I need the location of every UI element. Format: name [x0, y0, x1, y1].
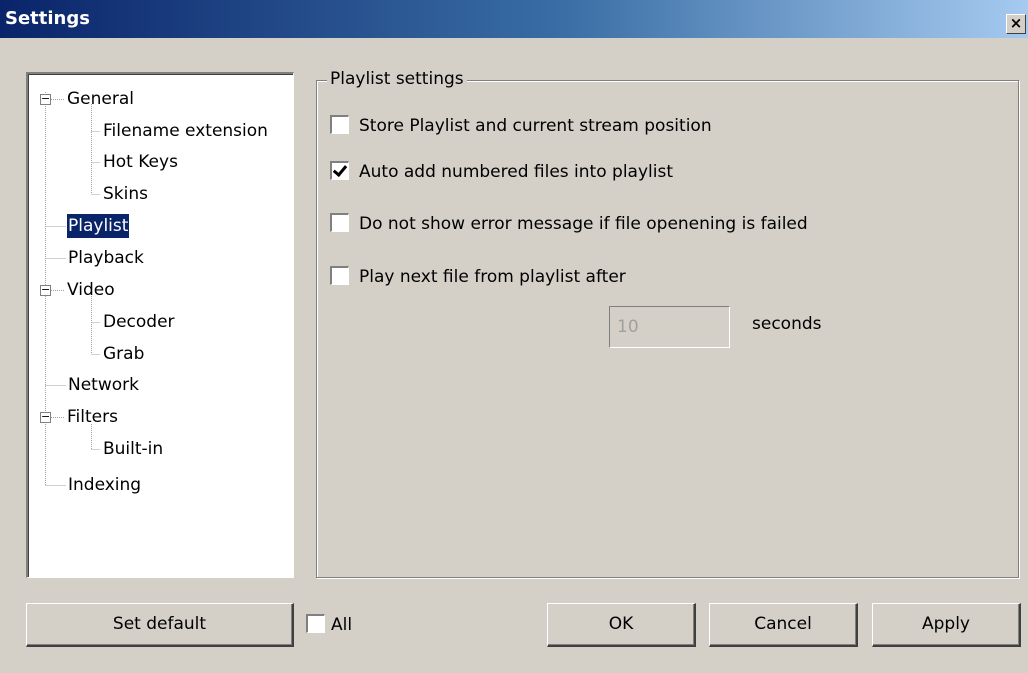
tree-item-filters[interactable]: Filters [66, 405, 119, 429]
option-auto-add-numbered[interactable]: Auto add numbered files into playlist [330, 160, 673, 184]
group-label: Playlist settings [327, 69, 467, 89]
play-next-file-checkbox[interactable] [330, 265, 349, 285]
option-play-next-file[interactable]: Play next file from playlist after [330, 265, 626, 289]
no-error-message-label: Do not show error message if file openen… [359, 214, 808, 234]
tree-item-network[interactable]: Network [67, 373, 140, 397]
tree-item-grab[interactable]: Grab [102, 342, 145, 366]
auto-add-numbered-label: Auto add numbered files into playlist [359, 162, 673, 182]
no-error-message-checkbox[interactable] [330, 212, 349, 232]
all-checkbox[interactable] [306, 613, 325, 633]
window-title: Settings [5, 8, 90, 29]
option-no-error-message[interactable]: Do not show error message if file openen… [330, 212, 808, 236]
all-label: All [331, 615, 353, 635]
tree-item-general[interactable]: General [66, 87, 135, 111]
close-icon: × [1009, 14, 1023, 32]
tree-item-built-in[interactable]: Built-in [102, 437, 164, 461]
option-store-playlist[interactable]: Store Playlist and current stream positi… [330, 114, 712, 138]
close-button[interactable]: × [1006, 14, 1026, 34]
title-bar[interactable]: Settings × [0, 0, 1028, 38]
seconds-label: seconds [752, 314, 822, 334]
seconds-input[interactable] [609, 306, 730, 348]
cancel-button[interactable]: Cancel [709, 603, 858, 647]
tree-item-video[interactable]: Video [66, 278, 116, 302]
store-playlist-checkbox[interactable] [330, 114, 349, 134]
play-next-file-label: Play next file from playlist after [359, 267, 626, 287]
tree-item-hot-keys[interactable]: Hot Keys [102, 150, 179, 174]
apply-button[interactable]: Apply [872, 603, 1021, 647]
collapse-filters-icon[interactable]: − [40, 411, 51, 423]
collapse-general-icon[interactable]: − [40, 93, 51, 105]
tree-item-playback[interactable]: Playback [67, 246, 145, 270]
tree-item-indexing[interactable]: Indexing [67, 473, 142, 497]
all-option[interactable]: All [306, 613, 352, 637]
tree-item-skins[interactable]: Skins [102, 182, 149, 206]
tree-item-filename-extension[interactable]: Filename extension [102, 119, 269, 143]
collapse-video-icon[interactable]: − [40, 284, 51, 296]
tree-item-playlist[interactable]: Playlist [67, 214, 130, 238]
tree-item-decoder[interactable]: Decoder [102, 310, 176, 334]
store-playlist-label: Store Playlist and current stream positi… [359, 116, 712, 136]
set-default-button[interactable]: Set default [26, 603, 294, 647]
settings-tree[interactable]: − General Filename extension Hot Keys Sk… [26, 72, 294, 578]
ok-button[interactable]: OK [547, 603, 696, 647]
auto-add-numbered-checkbox[interactable] [330, 160, 349, 180]
